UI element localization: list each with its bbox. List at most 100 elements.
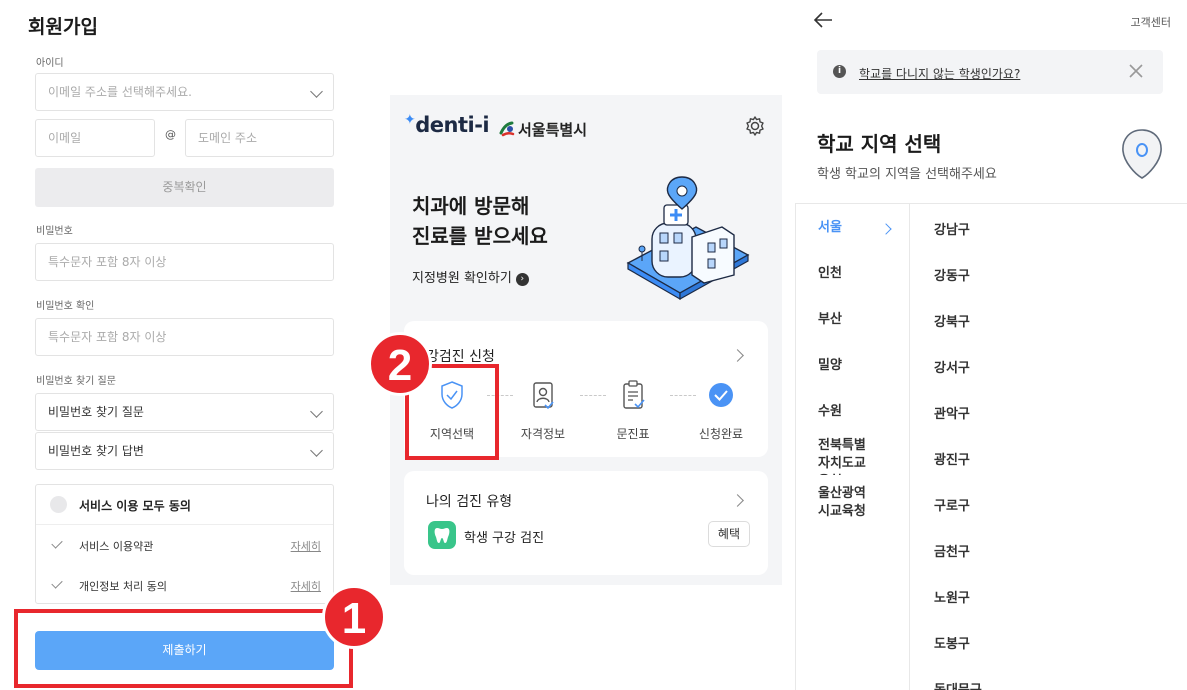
clipboard-check-icon (623, 380, 645, 409)
email-domain-input[interactable]: 도메인 주소 (185, 119, 334, 157)
district-item[interactable]: 강남구 (934, 219, 970, 238)
seoul-mark-icon (499, 121, 515, 137)
step-qualification[interactable]: 자격정보 (508, 379, 578, 442)
step-badge-1: 1 (322, 585, 386, 649)
district-item[interactable]: 노원구 (934, 587, 970, 606)
back-arrow-icon[interactable] (812, 10, 834, 30)
check-circle-icon (709, 383, 733, 407)
hint-question-value: 비밀번호 찾기 질문 (48, 405, 144, 419)
designated-hospital-text: 지정병원 확인하기 (412, 271, 512, 286)
step-badge-2: 2 (368, 332, 432, 396)
agree-all-label: 서비스 이용 모두 동의 (79, 499, 191, 513)
id-person-icon (533, 382, 554, 410)
hint-label: 비밀번호 찾기 질문 (36, 376, 116, 387)
denti-logo: ✦denti-i (404, 112, 490, 137)
hero-title-line1: 치과에 방문해 (412, 194, 530, 218)
city-item-suwon[interactable]: 수원 (818, 403, 898, 421)
radio-circle-icon[interactable] (50, 496, 67, 513)
customer-center-link[interactable]: 고객센터 (1131, 14, 1171, 30)
region-subtitle: 학생 학교의 지역을 선택해주세요 (817, 167, 997, 182)
region-lists: 서울 인천 부산 밀양 수원 전북특별 자치도교 육청 울산광역 시교육청 강남… (795, 203, 1187, 690)
location-pin-icon (1122, 129, 1162, 179)
checkup-type-title: 나의 검진 유형 (426, 494, 513, 510)
hospital-illustration (626, 176, 750, 301)
hint-answer-value: 비밀번호 찾기 답변 (48, 444, 144, 458)
password-input[interactable]: 특수문자 포함 8자 이상 (35, 243, 334, 281)
password-label: 비밀번호 (36, 226, 73, 237)
district-item[interactable]: 구로구 (934, 495, 970, 514)
chevron-right-icon (731, 349, 744, 362)
privacy-row[interactable]: 개인정보 처리 동의 자세히 (36, 565, 333, 605)
highlight-box-submit (14, 609, 353, 688)
password-placeholder: 특수문자 포함 8자 이상 (48, 255, 167, 269)
page-title: 회원가입 (28, 16, 98, 38)
denti-logo-text: denti-i (415, 113, 490, 137)
city-item-miryang[interactable]: 밀양 (818, 357, 898, 375)
city-item-ulsan[interactable]: 울산광역 시교육청 (818, 485, 898, 523)
apply-title: 강검진 신청 (426, 349, 495, 365)
city-list: 서울 인천 부산 밀양 수원 전북특별 자치도교 육청 울산광역 시교육청 (796, 204, 910, 690)
terms-row[interactable]: 서비스 이용약관 자세히 (36, 525, 333, 565)
email-select-placeholder: 이메일 주소를 선택해주세요. (48, 85, 192, 99)
hero-title-line2: 진료를 받으세요 (412, 224, 548, 248)
benefit-button[interactable]: 혜택 (707, 521, 750, 547)
password-confirm-placeholder: 특수문자 포함 8자 이상 (48, 330, 167, 344)
seoul-logo-text: 서울특별시 (518, 121, 588, 139)
sparkle-icon: ✦ (404, 112, 416, 128)
chevron-down-icon (310, 405, 323, 418)
check-icon[interactable] (51, 577, 63, 589)
designated-hospital-link[interactable]: 지정병원 확인하기 › (412, 267, 529, 286)
hint-answer-select[interactable]: 비밀번호 찾기 답변 (35, 432, 334, 470)
agree-all-row[interactable]: 서비스 이용 모두 동의 (36, 485, 333, 525)
district-item[interactable]: 광진구 (934, 449, 970, 468)
signup-panel: 회원가입 아이디 이메일 주소를 선택해주세요. 이메일 @ 도메인 주소 중복… (0, 0, 360, 690)
step-questionnaire[interactable]: 문진표 (598, 379, 668, 442)
region-title: 학교 지역 선택 (817, 132, 942, 156)
email-domain-placeholder: 도메인 주소 (198, 131, 258, 145)
step-complete[interactable]: 신청완료 (686, 379, 756, 442)
seoul-logo: 서울특별시 (498, 117, 587, 140)
tooth-icon (428, 521, 456, 549)
email-select[interactable]: 이메일 주소를 선택해주세요. (35, 73, 334, 111)
denti-panel: ✦denti-i 서울특별시 치과에 방문해 진료를 받으세요 지정병원 확인하… (390, 95, 782, 585)
region-panel: 고객센터 i 학교를 다니지 않는 학생인가요? 학교 지역 선택 학생 학교의… (795, 0, 1187, 690)
notice-banner: i 학교를 다니지 않는 학생인가요? (817, 50, 1163, 94)
chevron-down-icon (310, 444, 323, 457)
chevron-down-icon (310, 85, 323, 98)
step-label: 자격정보 (520, 427, 566, 441)
email-local-input[interactable]: 이메일 (35, 119, 155, 157)
id-label: 아이디 (36, 58, 64, 69)
password-confirm-label: 비밀번호 확인 (36, 301, 95, 312)
checkup-type-value: 학생 구강 검진 (464, 531, 545, 546)
chevron-right-icon (731, 494, 744, 507)
district-item[interactable]: 강북구 (934, 311, 970, 330)
email-local-placeholder: 이메일 (48, 131, 82, 145)
password-confirm-input[interactable]: 특수문자 포함 8자 이상 (35, 318, 334, 356)
privacy-label: 개인정보 처리 동의 (79, 580, 167, 593)
city-item-jeonbuk[interactable]: 전북특별 자치도교 육청 (818, 437, 898, 475)
at-sign: @ (165, 128, 176, 141)
district-item[interactable]: 강동구 (934, 265, 970, 284)
district-item[interactable]: 도봉구 (934, 633, 970, 652)
district-item[interactable]: 금천구 (934, 541, 970, 560)
district-item[interactable]: 동대문구 (934, 679, 982, 690)
duplicate-check-button[interactable]: 중복확인 (35, 168, 334, 207)
terms-label: 서비스 이용약관 (79, 540, 154, 553)
city-item-incheon[interactable]: 인천 (818, 265, 898, 283)
gear-icon[interactable] (744, 115, 766, 137)
check-icon[interactable] (51, 537, 63, 549)
checkup-type-card[interactable]: 나의 검진 유형 학생 구강 검진 혜택 (404, 471, 768, 575)
info-icon: i (833, 65, 846, 78)
hint-question-select[interactable]: 비밀번호 찾기 질문 (35, 393, 334, 431)
city-item-busan[interactable]: 부산 (818, 311, 898, 329)
close-icon[interactable] (1127, 62, 1145, 80)
not-enrolled-link[interactable]: 학교를 다니지 않는 학생인가요? (859, 65, 1020, 82)
district-item[interactable]: 관악구 (934, 403, 970, 422)
step-label: 신청완료 (698, 427, 744, 441)
arrow-circle-icon: › (515, 273, 529, 286)
privacy-detail-link[interactable]: 자세히 (291, 578, 321, 594)
district-item[interactable]: 강서구 (934, 357, 970, 376)
terms-detail-link[interactable]: 자세히 (291, 538, 321, 554)
step-label: 문진표 (616, 427, 650, 441)
agreement-box: 서비스 이용 모두 동의 서비스 이용약관 자세히 개인정보 처리 동의 자세히 (35, 484, 334, 604)
